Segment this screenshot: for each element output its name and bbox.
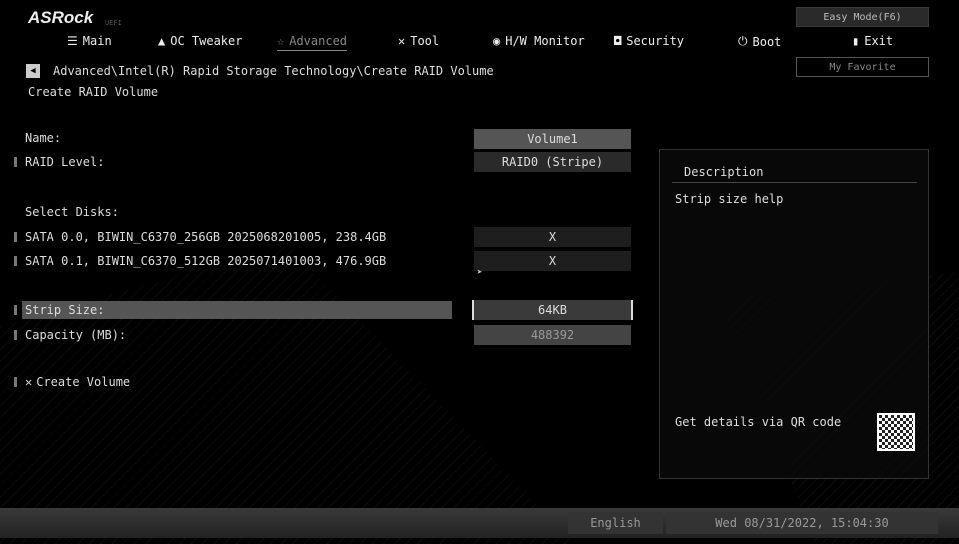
power-icon: ⏻ xyxy=(738,34,748,48)
language-button[interactable]: English xyxy=(568,512,663,534)
strip-size-label: Strip Size: xyxy=(25,303,105,317)
create-volume-label: Create Volume xyxy=(36,375,131,389)
shield-icon: ◘ xyxy=(614,34,622,48)
list-icon: ☰ xyxy=(67,34,78,48)
tab-exit[interactable]: ▮ Exit xyxy=(852,34,893,48)
tab-label: Tool xyxy=(410,34,440,48)
disk-label: SATA 0.0, BIWIN_C6370_256GB 202506820100… xyxy=(25,230,387,244)
tab-hw-monitor[interactable]: ◉ H/W Monitor xyxy=(493,34,585,48)
capacity-label: Capacity (MB): xyxy=(25,328,127,342)
rocket-icon: ▲ xyxy=(158,34,166,48)
description-title: Description xyxy=(684,165,764,179)
tab-label: Advanced xyxy=(289,34,348,48)
tab-label: OC Tweaker xyxy=(170,34,243,48)
disk-label: SATA 0.1, BIWIN_C6370_512GB 202507140100… xyxy=(25,254,387,268)
page-title: Create RAID Volume xyxy=(28,85,159,99)
tab-label: Main xyxy=(82,34,112,48)
qr-text: Get details via QR code xyxy=(675,415,842,429)
raid-level-select[interactable]: RAID0 (Stripe) xyxy=(474,152,631,172)
tab-label: Boot xyxy=(752,34,782,49)
disk-row-0[interactable]: SATA 0.0, BIWIN_C6370_256GB 202506820100… xyxy=(14,230,386,244)
tab-tool[interactable]: ✕ Tool xyxy=(398,34,439,48)
disk-0-toggle[interactable]: X xyxy=(474,227,631,247)
select-disks-label: Select Disks: xyxy=(25,205,119,219)
back-button[interactable]: ◀ xyxy=(26,64,40,78)
strip-size-select[interactable]: 64KB xyxy=(472,300,633,320)
qr-code-icon xyxy=(877,413,915,451)
capacity-input[interactable]: 488392 xyxy=(474,325,631,345)
select-disks-heading: Select Disks: xyxy=(14,205,119,219)
tab-advanced[interactable]: ☆ Advanced xyxy=(277,34,348,51)
tab-main[interactable]: ☰ Main xyxy=(67,34,112,48)
tools-icon: ✕ xyxy=(398,34,406,48)
datetime: Wed 08/31/2022, 15:04:30 xyxy=(666,512,938,534)
uefi-label: UEFI xyxy=(105,19,122,27)
name-input[interactable]: Volume1 xyxy=(474,129,631,149)
disk-1-toggle[interactable]: X xyxy=(474,251,631,271)
raid-level-row[interactable]: RAID Level: xyxy=(14,155,104,169)
tab-label: Security xyxy=(626,34,685,48)
tab-label: H/W Monitor xyxy=(505,34,585,48)
tab-security[interactable]: ◘ Security xyxy=(614,34,684,48)
tab-oc-tweaker[interactable]: ▲ OC Tweaker xyxy=(158,34,242,48)
my-favorite-button[interactable]: My Favorite xyxy=(796,57,929,77)
breadcrumb: Advanced\Intel(R) Rapid Storage Technolo… xyxy=(53,64,494,78)
monitor-icon: ◉ xyxy=(493,34,501,48)
create-volume-button[interactable]: ✕ Create Volume xyxy=(14,375,130,389)
strip-size-row[interactable]: Strip Size: xyxy=(14,303,104,317)
tools-icon: ✕ xyxy=(25,375,33,389)
disk-row-1[interactable]: SATA 0.1, BIWIN_C6370_512GB 202507140100… xyxy=(14,254,386,268)
raid-level-label: RAID Level: xyxy=(25,155,105,169)
asrock-logo: ASRock xyxy=(28,8,94,27)
mouse-cursor-icon: ➤ xyxy=(477,268,483,278)
tab-boot[interactable]: ⏻ Boot xyxy=(738,34,781,49)
description-panel: Description Strip size help Get details … xyxy=(659,149,929,479)
star-icon: ☆ xyxy=(277,34,285,48)
name-row[interactable]: Name: xyxy=(14,131,61,145)
door-icon: ▮ xyxy=(852,34,860,48)
tab-label: Exit xyxy=(864,34,894,48)
capacity-row[interactable]: Capacity (MB): xyxy=(14,328,126,342)
description-text: Strip size help xyxy=(675,192,784,206)
easy-mode-button[interactable]: Easy Mode(F6) xyxy=(796,7,929,27)
name-label: Name: xyxy=(25,131,62,145)
